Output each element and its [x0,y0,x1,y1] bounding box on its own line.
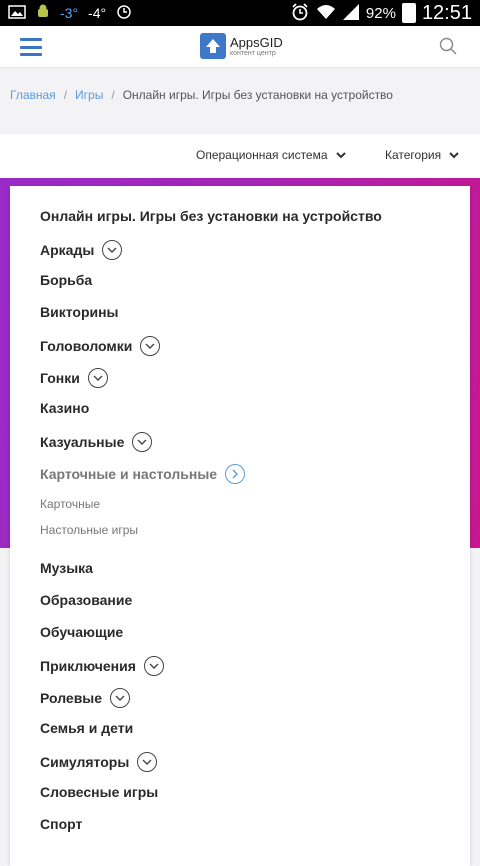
chevron-down-icon[interactable] [140,336,161,356]
temperature-2: -4° [88,5,107,21]
menu-item-casino[interactable]: Казино [40,400,89,416]
logo-arrow-icon [200,33,226,59]
chevron-down-icon[interactable] [87,368,108,388]
breadcrumb: Главная / Игры / Онлайн игры. Игры без устан… [10,88,393,102]
chevron-down-icon [335,148,346,162]
menu-item-racing[interactable]: Гонки [40,368,108,388]
filter-bar: Операционная система Категория [0,134,480,180]
menu-item-fighting[interactable]: Борьба [40,272,92,288]
menu-item-arcade[interactable]: Аркады [40,240,123,260]
chevron-down-icon [449,148,459,162]
menu-item-rpg[interactable]: Ролевые [40,688,131,708]
category-dropdown-panel: Онлайн игры. Игры без установки на устро… [10,186,470,866]
breadcrumb-home[interactable]: Главная [10,88,56,102]
signal-icon [342,3,360,24]
menu-item-casual[interactable]: Казуальные [40,432,153,452]
submenu-item-cards[interactable]: Карточные [40,497,100,511]
menu-item-learning[interactable]: Обучающие [40,624,123,640]
menu-item-quiz[interactable]: Викторины [40,304,119,320]
logo-subtitle: контент центр [230,49,276,57]
logo[interactable]: AppsGID контент центр [200,33,283,59]
menu-item-word-games[interactable]: Словесные игры [40,784,158,800]
chevron-right-icon[interactable] [225,464,246,484]
temperature-1: -3° [60,5,79,21]
image-icon [8,4,26,22]
logo-name: AppsGID [230,34,283,50]
category-filter-dropdown[interactable]: Категория [385,148,459,162]
battery-icon [401,3,416,23]
time: 12:51 [421,1,472,24]
os-filter-label: Операционная система [196,148,328,162]
wifi-icon [316,3,336,24]
chevron-down-icon[interactable] [102,240,123,260]
menu-item-simulators[interactable]: Симуляторы [40,752,158,772]
chevron-down-icon[interactable] [137,752,158,772]
menu-item-music[interactable]: Музыка [40,560,93,576]
submenu-item-board-games[interactable]: Настольные игры [40,523,138,537]
category-filter-label: Категория [385,148,442,162]
chevron-down-icon[interactable] [143,656,164,676]
menu-item-adventure[interactable]: Приключения [40,656,164,676]
menu-item-sport[interactable]: Спорт [40,816,82,832]
status-bar: -3° -4° 92% 12:51 [0,0,480,26]
chevron-down-icon[interactable] [132,432,153,452]
clock-icon [116,4,132,23]
chevron-down-icon[interactable] [110,688,131,708]
header: AppsGID контент центр [0,26,480,68]
breadcrumb-games[interactable]: Игры [75,88,103,102]
search-icon[interactable] [438,36,460,58]
alarm-icon [290,2,310,25]
battery-percent: 92% [365,4,396,22]
menu-icon[interactable] [20,38,42,56]
menu-item-puzzles[interactable]: Головоломки [40,336,161,356]
menu-item-family[interactable]: Семья и дети [40,720,133,736]
android-icon [36,4,50,23]
menu-item-card-board[interactable]: Карточные и настольные [40,464,246,484]
breadcrumb-current: Онлайн игры. Игры без установки на устро… [122,88,393,102]
menu-title[interactable]: Онлайн игры. Игры без установки на устро… [40,208,382,224]
menu-item-education[interactable]: Образование [40,592,132,608]
os-filter-dropdown[interactable]: Операционная система [196,148,346,162]
